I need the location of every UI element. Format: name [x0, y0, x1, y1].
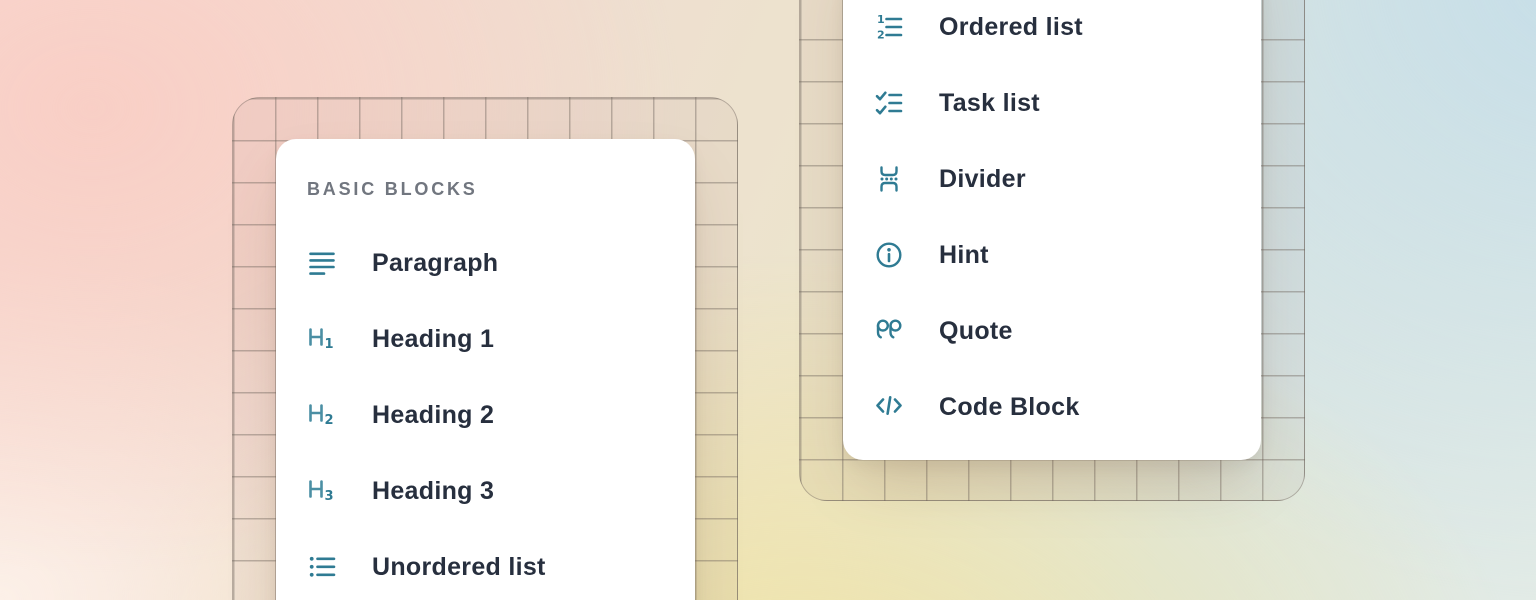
menu-item-hint[interactable]: Hint	[843, 217, 1261, 293]
menu-item-unordered-list[interactable]: Unordered list	[276, 529, 695, 600]
quote-icon	[874, 316, 904, 346]
heading-3-icon: 3	[307, 476, 337, 506]
menu-item-label: Quote	[939, 317, 1013, 346]
menu-item-task-list[interactable]: Task list	[843, 65, 1261, 141]
svg-text:1: 1	[877, 13, 885, 26]
menu-item-quote[interactable]: Quote	[843, 293, 1261, 369]
menu-item-label: Paragraph	[372, 249, 498, 278]
menu-item-ordered-list[interactable]: 1 2 Ordered list	[843, 0, 1261, 65]
unordered-list-icon	[307, 552, 337, 582]
menu-item-heading-3[interactable]: 3 Heading 3	[276, 453, 695, 529]
menu-item-label: Unordered list	[372, 553, 546, 582]
svg-text:2: 2	[325, 413, 334, 428]
menu-item-label: Heading 3	[372, 477, 494, 506]
menu-item-label: Heading 2	[372, 401, 494, 430]
menu-item-heading-2[interactable]: 2 Heading 2	[276, 377, 695, 453]
divider-icon	[874, 164, 904, 194]
basic-blocks-menu: BASIC BLOCKS Paragraph 1 Heading 1 2 Hea…	[276, 139, 695, 600]
more-blocks-menu: 1 2 Ordered list Task list Divider	[843, 0, 1261, 460]
menu-item-label: Hint	[939, 241, 989, 270]
menu-item-label: Code Block	[939, 393, 1080, 422]
menu-item-code-block[interactable]: Code Block	[843, 369, 1261, 445]
menu-item-paragraph[interactable]: Paragraph	[276, 225, 695, 301]
task-list-icon	[874, 88, 904, 118]
svg-text:1: 1	[325, 337, 334, 352]
menu-item-divider[interactable]: Divider	[843, 141, 1261, 217]
menu-item-label: Heading 1	[372, 325, 494, 354]
heading-1-icon: 1	[307, 324, 337, 354]
paragraph-icon	[307, 248, 337, 278]
section-label: BASIC BLOCKS	[307, 179, 695, 200]
menu-list: 1 2 Ordered list Task list Divider	[843, 0, 1261, 445]
menu-list: Paragraph 1 Heading 1 2 Heading 2 3 Head…	[276, 225, 695, 600]
menu-item-label: Task list	[939, 89, 1040, 118]
svg-text:2: 2	[877, 29, 885, 42]
insert-block-menus-illustration: { "colors": { "accent": "#2F7B93", "acce…	[0, 0, 1536, 600]
heading-2-icon: 2	[307, 400, 337, 430]
svg-text:3: 3	[325, 489, 334, 504]
menu-item-heading-1[interactable]: 1 Heading 1	[276, 301, 695, 377]
hint-icon	[874, 240, 904, 270]
menu-item-label: Divider	[939, 165, 1026, 194]
ordered-list-icon: 1 2	[874, 12, 904, 42]
code-block-icon	[874, 392, 904, 422]
menu-item-label: Ordered list	[939, 13, 1083, 42]
